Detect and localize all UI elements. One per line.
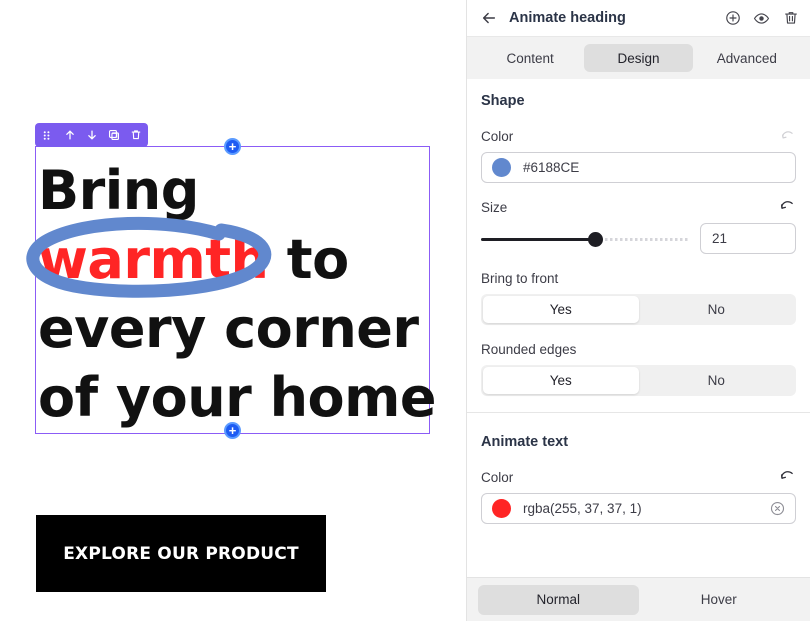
trash-icon[interactable] [782, 10, 799, 27]
rounded-edges-toggle: Yes No [481, 365, 796, 396]
state-tabs: Normal Hover [467, 577, 810, 621]
animate-text-color-input[interactable]: rgba(255, 37, 37, 1) [481, 493, 796, 524]
animate-text-section-title: Animate text [481, 434, 569, 450]
shape-size-input[interactable]: 21 [700, 223, 796, 254]
tab-advanced[interactable]: Advanced [693, 44, 801, 72]
settings-panel: Animate heading Content Design Advanced … [466, 0, 810, 621]
shape-size-label: Size [481, 199, 508, 215]
heading-line-3: every corner [38, 297, 419, 360]
bring-to-front-no[interactable]: No [639, 296, 795, 323]
shape-size-row: 21 [481, 223, 796, 254]
heading-highlight-word: warmth [38, 228, 269, 291]
rounded-edges-field: Rounded edges Yes No [481, 340, 796, 396]
rounded-edges-yes[interactable]: Yes [483, 367, 639, 394]
shape-size-header: Size [481, 198, 796, 216]
page-title: Animate heading [509, 10, 626, 26]
animate-text-color-swatch[interactable] [492, 499, 511, 518]
heading-line-4: of your home [38, 366, 437, 429]
add-section-handle-bottom[interactable]: + [224, 422, 241, 439]
bring-to-front-label: Bring to front [481, 270, 559, 286]
animate-text-color-label: Color [481, 469, 514, 485]
explore-our-product-button[interactable]: EXPLORE OUR PRODUCT [36, 515, 326, 592]
panel-body: Shape Color #6188CE Size 21 Bring to fro… [467, 79, 810, 621]
drag-handle-icon[interactable] [41, 129, 54, 142]
clear-circle-icon[interactable] [770, 501, 785, 516]
add-section-handle-top[interactable]: + [224, 138, 241, 155]
animate-text-section: Animate text Color rgba(255, 37, 37, 1) [467, 413, 810, 524]
animate-text-color-field: Color rgba(255, 37, 37, 1) [481, 468, 796, 524]
shape-color-label: Color [481, 128, 514, 144]
shape-size-reset-icon[interactable] [778, 198, 796, 216]
rounded-edges-label: Rounded edges [481, 341, 577, 357]
cta-label: EXPLORE OUR PRODUCT [63, 543, 299, 564]
rounded-edges-no[interactable]: No [639, 367, 795, 394]
animate-text-color-value: rgba(255, 37, 37, 1) [523, 501, 642, 516]
slider-track-remaining [594, 238, 688, 241]
panel-header-actions [724, 10, 799, 27]
shape-size-slider[interactable] [481, 229, 688, 249]
shape-color-input[interactable]: #6188CE [481, 152, 796, 183]
animate-text-color-header: Color [481, 468, 796, 486]
bring-to-front-field: Bring to front Yes No [481, 269, 796, 325]
shape-color-swatch[interactable] [492, 158, 511, 177]
state-tab-hover[interactable]: Hover [639, 585, 800, 615]
shape-section-title: Shape [481, 93, 525, 109]
slider-thumb[interactable] [587, 231, 603, 247]
canvas-area: + + Bring warmth to every corner of your… [0, 0, 466, 621]
bring-to-front-yes[interactable]: Yes [483, 296, 639, 323]
panel-tabs: Content Design Advanced [467, 37, 810, 79]
shape-color-field: Color #6188CE [481, 127, 796, 183]
delete-icon[interactable] [129, 129, 142, 142]
heading-text[interactable]: Bring warmth to every corner of your hom… [38, 156, 438, 432]
arrow-left-icon[interactable] [479, 8, 499, 28]
rounded-edges-header: Rounded edges [481, 340, 796, 358]
element-toolbar[interactable] [35, 123, 148, 147]
animate-text-color-reset-icon[interactable] [778, 468, 796, 486]
add-circle-icon[interactable] [724, 10, 741, 27]
tab-design[interactable]: Design [584, 44, 693, 72]
app-root: + + Bring warmth to every corner of your… [0, 0, 810, 621]
tab-content[interactable]: Content [476, 44, 584, 72]
heading-line-1: Bring [38, 159, 199, 222]
shape-color-reset-icon[interactable] [778, 127, 796, 145]
shape-section: Shape Color #6188CE Size 21 Bring to fro… [467, 79, 810, 396]
bring-to-front-toggle: Yes No [481, 294, 796, 325]
move-down-icon[interactable] [85, 129, 98, 142]
state-tab-normal[interactable]: Normal [478, 584, 639, 615]
slider-track-filled [481, 237, 595, 241]
shape-color-value: #6188CE [523, 160, 580, 175]
shape-size-field: Size 21 [481, 198, 796, 254]
duplicate-icon[interactable] [107, 129, 120, 142]
shape-color-header: Color [481, 127, 796, 145]
move-up-icon[interactable] [63, 129, 76, 142]
panel-header: Animate heading [467, 0, 810, 37]
heading-after-highlight: to [268, 228, 349, 291]
eye-icon[interactable] [753, 10, 770, 27]
bring-to-front-header: Bring to front [481, 269, 796, 287]
